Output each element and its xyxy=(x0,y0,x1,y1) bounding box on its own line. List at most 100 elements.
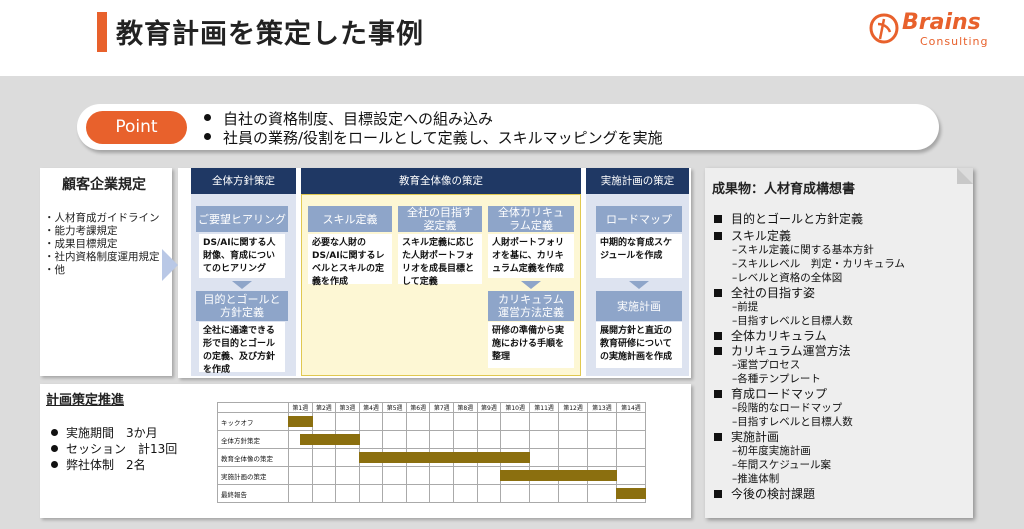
gantt-week: 第2週 xyxy=(311,402,337,413)
tab-target-state: 全社の目指す姿定義 xyxy=(398,206,482,232)
gantt-bar xyxy=(500,448,531,467)
point-badge: Point xyxy=(86,111,187,144)
gantt-bar xyxy=(586,466,618,485)
gantt-week: 第13週 xyxy=(586,402,617,413)
gantt-bar xyxy=(405,448,431,467)
square-bullet-icon xyxy=(714,390,722,398)
deliverable-item-label: 実施計画 xyxy=(731,430,780,444)
plan-item-label: 弊社体制 2名 xyxy=(66,458,146,472)
brain-icon xyxy=(869,13,899,44)
tab-implementation-plan: 実施計画 xyxy=(596,291,682,321)
card-goal-policy: 全社に通達できる形で目的とゴールの定義、及び方針を作成 xyxy=(199,322,285,375)
arrow-down-icon xyxy=(629,281,649,289)
gantt-week: 第8週 xyxy=(453,402,478,413)
gantt-row-label: キックオフ xyxy=(217,412,289,431)
gantt-week: 第14週 xyxy=(615,402,647,413)
column-header-implementation: 実施計画の策定 xyxy=(586,168,689,194)
gantt-bar xyxy=(453,448,478,467)
gantt-week: 第5週 xyxy=(382,402,407,413)
plan-item: 実施期間 3か月 xyxy=(51,424,158,441)
gantt-row: 実施計画の策定 xyxy=(217,466,647,485)
deliverable-subitem: –前提 xyxy=(732,301,759,313)
card-curriculum: 人財ポートフォリオを基に、カリキュラム定義を作成 xyxy=(488,234,574,278)
card-target-state: スキル定義に応じた人財ポートフォリオを成長目標として定義 xyxy=(398,234,482,287)
deliverable-item-label: カリキュラム運営方法 xyxy=(731,344,851,358)
page-title: 教育計画を策定した事例 xyxy=(116,19,424,50)
tab-skill-definition: スキル定義 xyxy=(308,206,392,232)
column-header-policy: 全体方針策定 xyxy=(191,168,296,194)
schedule-gantt: 第1週 第2週 第3週 第4週 第5週 第6週 第7週 第8週 第9週 第10週… xyxy=(217,402,647,503)
deliverable-subitem: –段階的なロードマップ xyxy=(732,402,843,414)
gantt-bar xyxy=(500,466,531,485)
bullet-icon xyxy=(51,429,58,436)
tab-curriculum-operation: カリキュラム運営方法定義 xyxy=(488,291,574,321)
gantt-week: 第7週 xyxy=(429,402,455,413)
point-line-2-text: 社員の業務/役割をロールとして定義し、スキルマッピングを実施 xyxy=(223,129,663,147)
tab-hearing: ご要望ヒアリング xyxy=(196,206,288,232)
customer-rules-title: 顧客企業規定 xyxy=(62,177,146,193)
deliverable-item-label: 育成ロードマップ xyxy=(731,387,828,401)
logo-brand-text: Brains xyxy=(902,10,981,35)
deliverable-item: 目的とゴールと方針定義 xyxy=(714,210,863,227)
square-bullet-icon xyxy=(714,433,722,441)
gantt-corner xyxy=(217,402,289,413)
customer-rule-item: ・他 xyxy=(44,264,65,276)
gantt-bar xyxy=(288,412,313,431)
gantt-bar xyxy=(358,448,384,467)
deliverable-item-label: 目的とゴールと方針定義 xyxy=(731,212,864,226)
title-accent-bar xyxy=(97,12,107,52)
arrow-right-icon xyxy=(162,249,178,281)
gantt-bar xyxy=(382,448,407,467)
gantt-row-label: 教育全体像の策定 xyxy=(217,448,289,467)
square-bullet-icon xyxy=(714,215,722,223)
bullet-icon xyxy=(51,445,58,452)
gantt-bar xyxy=(476,448,502,467)
gantt-bar xyxy=(558,466,589,485)
gantt-row: 教育全体像の策定 xyxy=(217,448,647,467)
brains-logo: Brains Consulting xyxy=(868,10,1008,50)
column-header-overview: 教育全体像の策定 xyxy=(301,168,581,194)
gantt-row-label: 最終報告 xyxy=(217,484,289,503)
gantt-bar xyxy=(335,430,360,449)
gantt-week: 第1週 xyxy=(288,402,313,413)
card-curriculum-operation: 研修の準備から実施における手順を整理 xyxy=(488,322,574,368)
gantt-week: 第12週 xyxy=(558,402,588,413)
gantt-bar xyxy=(429,448,455,467)
plan-item-label: 実施期間 3か月 xyxy=(66,426,158,440)
plan-item-label: セッション 計13回 xyxy=(66,442,178,456)
deliverable-item: 全社の目指す姿 xyxy=(714,284,815,301)
plan-item: 弊社体制 2名 xyxy=(51,456,146,473)
tab-roadmap: ロードマップ xyxy=(596,206,682,232)
square-bullet-icon xyxy=(714,332,722,340)
page-fold-corner xyxy=(957,168,973,184)
gantt-week: 第10週 xyxy=(500,402,531,413)
bullet-icon xyxy=(204,114,211,121)
square-bullet-icon xyxy=(714,490,722,498)
square-bullet-icon xyxy=(714,347,722,355)
card-skill-definition: 必要な人財のDS/AIに関するレベルとスキルの定義を作成 xyxy=(308,234,392,287)
card-roadmap: 中期的な育成スケジュールを作成 xyxy=(596,234,682,278)
card-hearing: DS/AIに関する人財像、育成についてのヒアリング xyxy=(199,234,285,278)
point-line-2: 社員の業務/役割をロールとして定義し、スキルマッピングを実施 xyxy=(204,127,663,148)
arrow-down-icon xyxy=(232,281,252,289)
deliverable-subitem: –初年度実施計画 xyxy=(732,445,811,457)
plan-title: 計画策定推進 xyxy=(46,393,125,408)
card-implementation-plan: 展開方針と直近の教育研修についての実施計画を作成 xyxy=(596,322,682,368)
deliverable-subitem: –目指すレベルと目標人数 xyxy=(732,315,853,327)
deliverable-item-label: スキル定義 xyxy=(731,229,792,243)
gantt-header-row: 第1週 第2週 第3週 第4週 第5週 第6週 第7週 第8週 第9週 第10週… xyxy=(217,402,647,413)
tab-curriculum: 全体カリキュラム定義 xyxy=(488,206,574,232)
deliverable-subitem: –スキル定義に関する基本方針 xyxy=(732,244,874,256)
deliverable-item-label: 全体カリキュラム xyxy=(731,329,827,343)
bullet-icon xyxy=(204,133,211,140)
square-bullet-icon xyxy=(714,289,722,297)
point-line-1: 自社の資格制度、目標設定への組み込み xyxy=(204,108,493,129)
deliverable-subitem: –運営プロセス xyxy=(732,359,801,371)
gantt-week: 第11週 xyxy=(529,402,560,413)
gantt-row-label: 全体方針策定 xyxy=(217,430,289,449)
deliverable-item: 今後の検討課題 xyxy=(714,485,815,502)
bullet-icon xyxy=(51,461,58,468)
gantt-week: 第3週 xyxy=(335,402,360,413)
gantt-row: 最終報告 xyxy=(217,484,647,503)
deliverable-subitem: –各種テンプレート xyxy=(732,373,821,385)
